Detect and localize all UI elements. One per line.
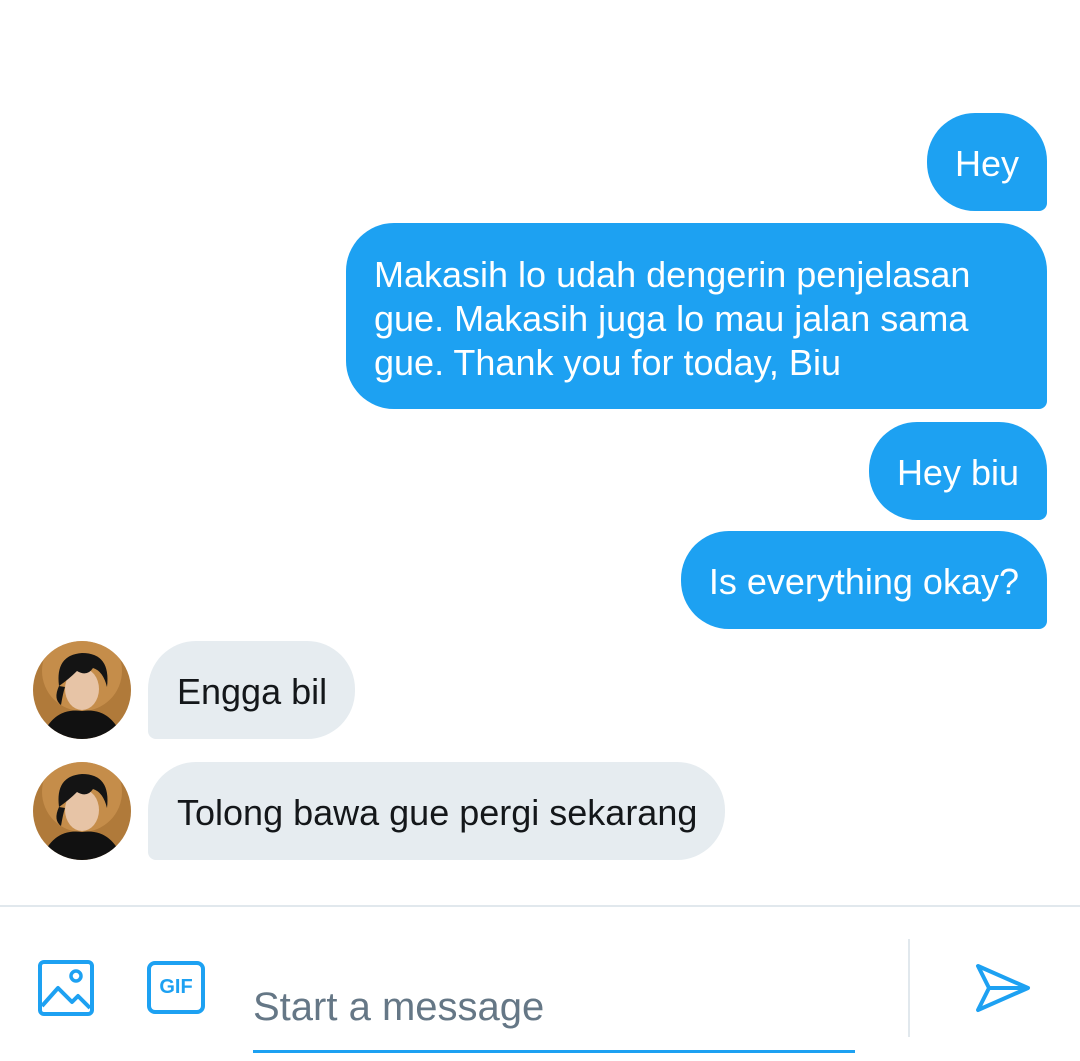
message-text: Engga bil (177, 671, 328, 712)
gif-button[interactable]: GIF (147, 961, 205, 1014)
message-text: Hey biu (896, 452, 1019, 493)
gif-label: GIF (159, 976, 193, 998)
incoming-message[interactable]: Tolong bawa gue pergi sekarang (148, 762, 726, 860)
message-text-line: Makasih lo udah dengerin penjelasan (374, 254, 971, 295)
message-text: Hey (954, 143, 1019, 184)
composer-divider (908, 939, 910, 1037)
incoming-message[interactable]: Engga bil (148, 641, 356, 739)
outgoing-message[interactable]: Hey (926, 113, 1047, 211)
message-thread: Hey Makasih lo udah dengerin penjelasan … (0, 0, 1080, 905)
input-focus-underline (253, 1050, 855, 1053)
message-input[interactable] (253, 957, 855, 1057)
image-icon[interactable] (38, 960, 94, 1016)
outgoing-message[interactable]: Makasih lo udah dengerin penjelasan gue.… (346, 223, 1047, 409)
message-text-line: gue. Makasih juga lo mau jalan sama (374, 298, 969, 339)
outgoing-message[interactable]: Hey biu (868, 422, 1047, 520)
message-text: Tolong bawa gue pergi sekarang (177, 792, 698, 833)
outgoing-message[interactable]: Is everything okay? (680, 531, 1047, 629)
contact-avatar[interactable] (33, 641, 131, 739)
message-composer: GIF (0, 905, 1080, 1061)
send-icon[interactable] (975, 962, 1031, 1014)
message-text-line: gue. Thank you for today, Biu (374, 342, 841, 383)
contact-avatar[interactable] (33, 762, 131, 860)
message-text: Is everything okay? (708, 561, 1019, 602)
